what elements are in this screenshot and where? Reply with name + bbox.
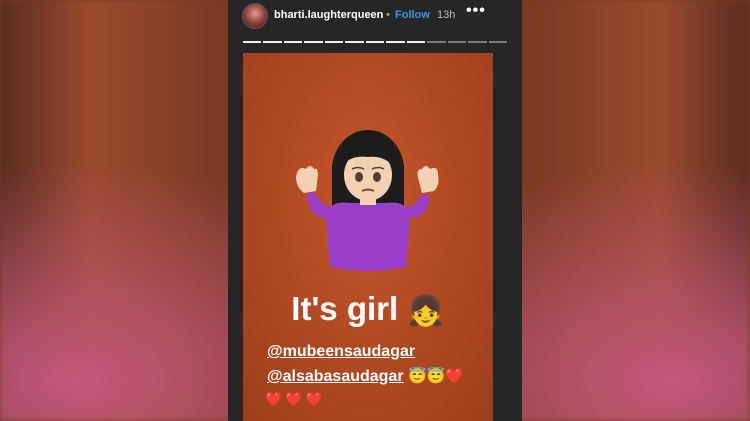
progress-segment <box>283 41 303 43</box>
mention-link[interactable]: @mubeensaudagar <box>267 343 415 360</box>
progress-segment <box>263 41 282 43</box>
progress-segment <box>345 41 364 43</box>
story-caption: It's girl 👧 <box>243 290 493 329</box>
mention-link[interactable]: @alsabasaudagar <box>267 368 404 385</box>
emoji-suffix: 😇😇❤️ <box>408 368 465 385</box>
username-link[interactable]: bharti.laughterqueen <box>274 9 383 21</box>
follow-button[interactable]: Follow <box>395 9 430 21</box>
progress-segment <box>386 41 405 43</box>
mention-line-1: @mubeensaudagar <box>267 343 415 361</box>
more-options-icon[interactable]: ••• <box>466 2 486 20</box>
progress-segment <box>324 41 344 43</box>
timestamp: 13h <box>437 9 456 21</box>
story-progress-bar <box>243 41 508 43</box>
progress-segment <box>427 41 446 43</box>
progress-segment <box>243 41 262 43</box>
story-content[interactable]: It's girl 👧 @mubeensaudagar @alsabasauda… <box>243 53 493 421</box>
progress-segment <box>365 41 385 43</box>
hearts-line: ❤️❤️❤️ <box>265 391 327 407</box>
mention-line-2: @alsabasaudagar 😇😇❤️ <box>267 367 464 386</box>
progress-segment <box>488 41 508 43</box>
progress-segment <box>406 41 426 43</box>
progress-segment <box>304 41 323 43</box>
shrug-woman-emoji-icon <box>296 130 439 271</box>
caption-text: It's girl <box>291 290 399 327</box>
progress-segment <box>468 41 487 43</box>
avatar[interactable] <box>242 3 268 29</box>
progress-segment <box>447 41 467 43</box>
story-header: bharti.laughterqueen • Follow 13h ••• <box>228 0 522 34</box>
girl-emoji-icon: 👧 <box>407 294 445 328</box>
separator-dot: • <box>386 9 390 21</box>
